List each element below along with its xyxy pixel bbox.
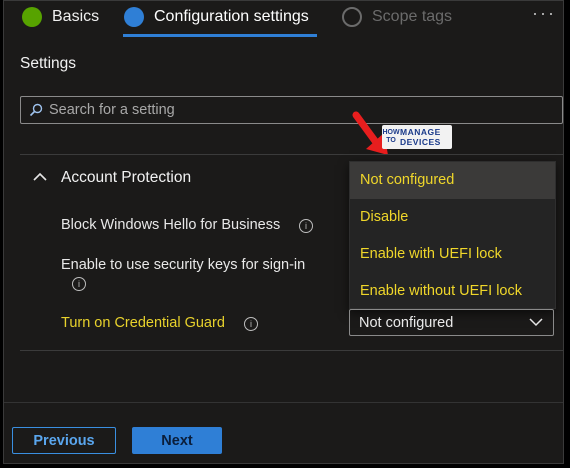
tab-configuration-settings-label: Configuration settings bbox=[154, 8, 309, 25]
search-placeholder: Search for a setting bbox=[49, 102, 175, 118]
option-not-configured[interactable]: Not configured bbox=[350, 162, 555, 199]
chevron-down-icon bbox=[529, 318, 543, 327]
more-dots-icon[interactable]: ··· bbox=[532, 3, 556, 24]
option-disable[interactable]: Disable bbox=[350, 199, 555, 236]
setting-label-text: Block Windows Hello for Business bbox=[61, 217, 281, 233]
checkmark-circle-icon bbox=[22, 7, 42, 27]
credential-guard-dropdown[interactable]: Not configured bbox=[349, 309, 554, 336]
divider bbox=[20, 154, 563, 155]
tab-configuration-settings[interactable]: Configuration settings bbox=[124, 7, 309, 27]
configuration-settings-pane: Basics Configuration settings Scope tags… bbox=[3, 0, 564, 464]
search-input[interactable]: Search for a setting bbox=[20, 96, 563, 124]
credential-guard-options-menu: Not configured Disable Enable with UEFI … bbox=[349, 161, 556, 309]
category-title[interactable]: Account Protection bbox=[61, 169, 191, 187]
next-button[interactable]: Next bbox=[132, 427, 222, 454]
chevron-up-icon[interactable] bbox=[32, 169, 48, 185]
section-title: Settings bbox=[20, 55, 77, 72]
wizard-tabs: Basics Configuration settings Scope tags… bbox=[4, 1, 563, 41]
info-icon[interactable]: i bbox=[299, 219, 313, 233]
tab-scope-tags-label: Scope tags bbox=[372, 8, 453, 25]
step-circle-icon bbox=[342, 7, 362, 27]
active-tab-indicator bbox=[123, 34, 317, 37]
dropdown-selected-value: Not configured bbox=[359, 314, 454, 331]
divider bbox=[20, 350, 563, 351]
tab-basics[interactable]: Basics bbox=[22, 7, 99, 27]
option-enable-with-uefi-lock[interactable]: Enable with UEFI lock bbox=[350, 236, 555, 273]
tab-basics-label: Basics bbox=[52, 8, 100, 25]
option-enable-without-uefi-lock[interactable]: Enable without UEFI lock bbox=[350, 273, 555, 310]
step-number-icon bbox=[124, 7, 144, 27]
setting-label-block-windows-hello: Block Windows Hello for Business i bbox=[61, 217, 313, 233]
watermark-logo: HOW TO MANAGE DEVICES bbox=[382, 125, 452, 149]
info-icon[interactable]: i bbox=[72, 277, 86, 291]
tab-scope-tags[interactable]: Scope tags bbox=[342, 7, 452, 27]
logo-manage: MANAGE bbox=[400, 127, 441, 137]
search-icon bbox=[29, 103, 43, 117]
footer-divider bbox=[4, 402, 563, 403]
setting-label-credential-guard: Turn on Credential Guard bbox=[61, 315, 225, 331]
previous-button[interactable]: Previous bbox=[12, 427, 116, 454]
logo-how-to: HOW TO bbox=[382, 129, 400, 144]
logo-devices: DEVICES bbox=[400, 137, 441, 147]
info-icon[interactable]: i bbox=[244, 317, 258, 331]
setting-label-security-keys: Enable to use security keys for sign-in bbox=[61, 257, 306, 273]
